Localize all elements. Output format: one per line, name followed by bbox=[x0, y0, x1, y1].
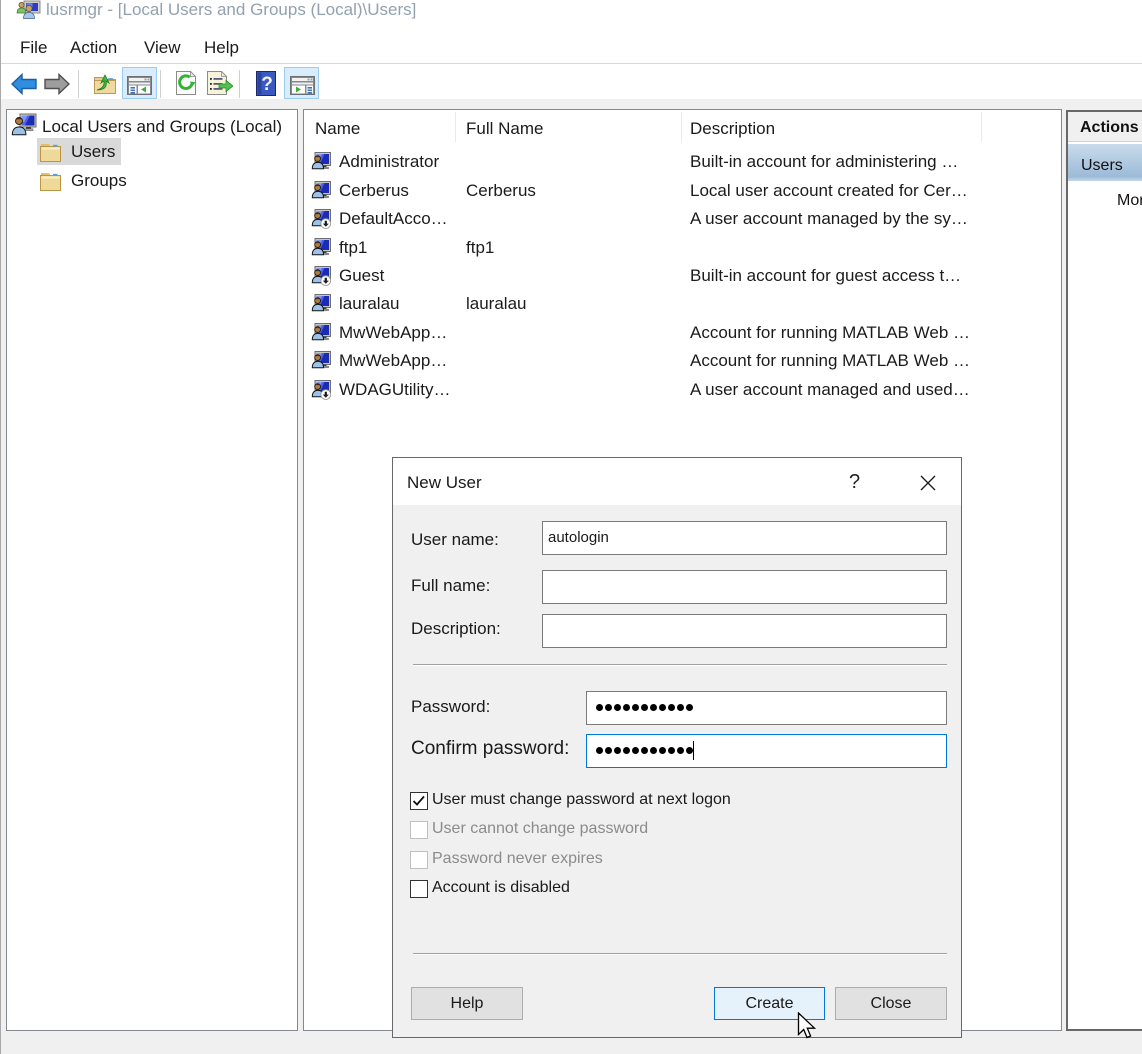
svg-text:?: ? bbox=[261, 74, 273, 95]
